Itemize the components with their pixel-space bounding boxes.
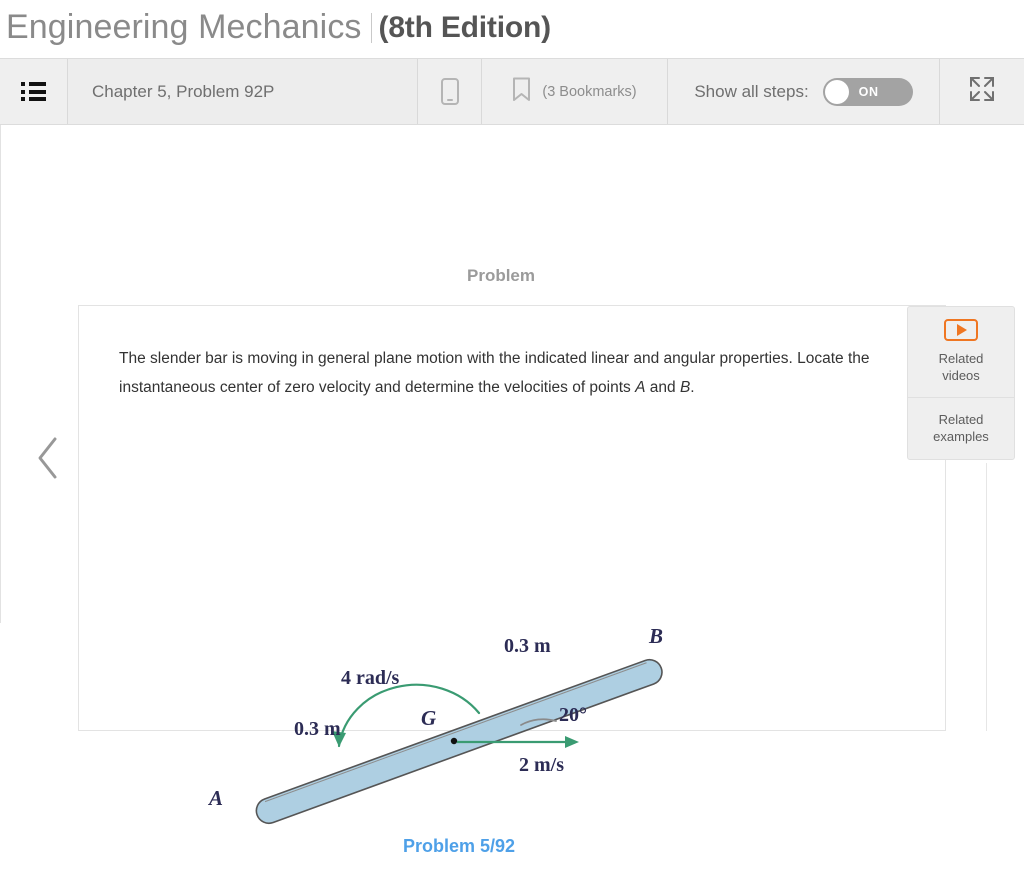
panel-divider [986,463,987,731]
length-left-label: 0.3 m [294,718,341,740]
mobile-view-button[interactable] [418,59,482,124]
show-all-steps-label: Show all steps: [694,81,809,101]
show-all-steps-toggle[interactable]: ON [822,77,913,106]
label-g: G [421,706,436,730]
point-b-ref: B [679,379,691,396]
related-examples-label-line1: Related [938,412,984,427]
angular-velocity-label: 4 rad/s [341,667,400,689]
show-all-steps-control: Show all steps: ON [668,59,940,124]
problem-figure: A B G 0.3 m 0.3 m 4 rad/s 2 m/s 20° [199,621,719,871]
point-a-ref: A [635,379,646,396]
related-videos-label-line2: videos [942,368,980,383]
linear-velocity-label: 2 m/s [519,754,564,776]
page-title: Problem [466,266,536,285]
book-title-text: Engineering Mechanics [6,8,362,46]
toggle-state-label: ON [858,84,879,99]
problem-statement-text: The slender bar is moving in general pla… [119,350,870,396]
angle-label: 20° [559,704,587,726]
list-icon [21,82,46,101]
title-separator [370,12,372,43]
menu-button[interactable] [0,59,68,124]
problem-toolbar: Chapter 5, Problem 92P (3 Bookmarks) Sho… [0,58,1024,125]
related-examples-label-line2: examples [933,429,989,444]
fullscreen-button[interactable] [940,59,1024,124]
related-videos-label-line1: Related [938,351,984,366]
related-resources-panel: Related videos Related examples [907,306,1015,460]
bookmark-icon [512,77,531,107]
label-a: A [207,786,223,810]
book-title-bar: Engineering Mechanics (8th Edition) [0,0,1024,55]
content-area: Problem The slender bar is moving in gen… [0,125,1024,856]
label-b: B [648,624,663,648]
bookmarks-button[interactable]: (3 Bookmarks) [482,59,668,124]
related-videos-button[interactable]: Related videos [908,307,1014,398]
figure-caption: Problem 5/92 [402,836,516,856]
bookmarks-count-label: (3 Bookmarks) [542,83,637,100]
problem-label: Chapter 5, Problem 92P [92,81,275,101]
length-right-label: 0.3 m [504,635,551,657]
mobile-device-icon [440,78,459,105]
bar-diagram-svg: A B G 0.3 m 0.3 m 4 rad/s 2 m/s 20° [207,624,663,825]
fullscreen-expand-icon [967,74,997,109]
related-examples-button[interactable]: Related examples [908,398,1014,459]
toggle-knob [824,79,849,104]
problem-selector[interactable]: Chapter 5, Problem 92P [68,59,418,124]
period-text: . [690,379,695,396]
play-button-icon [944,319,978,341]
conjunction-text: and [645,379,680,396]
problem-card: The slender bar is moving in general pla… [78,305,946,856]
book-edition-text: (8th Edition) [378,10,552,44]
previous-problem-button[interactable] [28,435,68,485]
chevron-left-icon [35,436,61,485]
problem-statement: The slender bar is moving in general pla… [119,344,909,402]
